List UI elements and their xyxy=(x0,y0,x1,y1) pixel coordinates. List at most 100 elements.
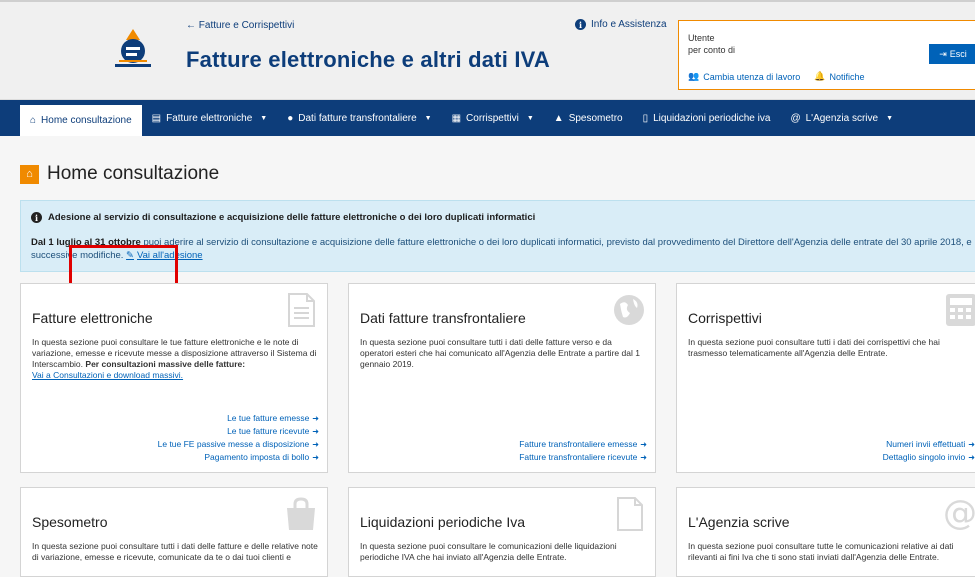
arrow-right-icon: ➜ xyxy=(968,440,975,449)
at-icon: @ xyxy=(790,112,801,124)
arrow-right-icon: ➜ xyxy=(312,414,319,423)
nav-agenzia-scrive[interactable]: @ L'Agenzia scrive ▼ xyxy=(780,100,903,136)
nav-label: Corrispettivi xyxy=(466,112,519,124)
logout-button[interactable]: ⇥ Esci xyxy=(929,44,975,64)
change-utility-label: Cambia utenza di lavoro xyxy=(703,71,801,82)
globe-icon: ● xyxy=(287,112,294,124)
link-transfrontaliere-emesse[interactable]: Fatture transfrontaliere emesse ➜ xyxy=(519,438,647,451)
arrow-right-icon: ➜ xyxy=(640,440,647,449)
link-fe-passive[interactable]: Le tue FE passive messe a disposizione ➜ xyxy=(158,438,319,451)
nav-label: L'Agenzia scrive xyxy=(805,112,879,124)
card-corrispettivi: Corrispettivi In questa sezione puoi con… xyxy=(676,283,975,473)
info-assistance-label: Info e Assistenza xyxy=(591,19,667,30)
card-text: In questa sezione puoi consultare tutti … xyxy=(688,337,940,358)
site-header: ← Fatture e Corrispettivi Fatture elettr… xyxy=(0,2,975,100)
link-label: Le tue FE passive messe a disposizione xyxy=(157,439,310,449)
nav-label: Liquidazioni periodiche iva xyxy=(653,112,771,124)
agenzia-entrate-logo xyxy=(115,29,151,67)
card-title: Spesometro xyxy=(32,514,108,530)
logout-icon: ⇥ xyxy=(939,48,947,59)
user-panel: Utente per conto di ⇥ Esci 👥 Cambia uten… xyxy=(678,20,975,90)
user-label: Utente xyxy=(688,33,715,43)
card-fatture-elettroniche: Fatture elettroniche In questa sezione p… xyxy=(20,283,328,473)
info-icon: i xyxy=(575,19,586,30)
alert-title-row: i Adesione al servizio di consultazione … xyxy=(31,212,535,223)
globe-icon xyxy=(614,295,644,325)
massive-download-link[interactable]: Vai a Consultazioni e download massivi. xyxy=(32,370,183,380)
home-icon: ⌂ xyxy=(20,164,39,184)
card-title: Corrispettivi xyxy=(688,310,762,326)
arrow-right-icon: ➜ xyxy=(312,440,319,449)
link-imposta-bollo[interactable]: Pagamento imposta di bollo ➜ xyxy=(158,451,319,464)
card-text-bold: Per consultazioni massive delle fatture: xyxy=(85,359,246,369)
alert-title: Adesione al servizio di consultazione e … xyxy=(48,212,536,223)
arrow-right-icon: ➜ xyxy=(968,453,975,462)
nav-spesometro[interactable]: ▲ Spesometro xyxy=(544,100,633,136)
card-spesometro: Spesometro In questa sezione puoi consul… xyxy=(20,487,328,577)
link-label: Fatture transfrontaliere ricevute xyxy=(519,452,638,462)
chevron-down-icon: ▼ xyxy=(260,114,268,122)
nav-home-consultazione[interactable]: ⌂ Home consultazione xyxy=(20,105,142,136)
info-assistance-link[interactable]: i Info e Assistenza xyxy=(575,19,667,30)
link-label: Dettaglio singolo invio xyxy=(882,452,966,462)
chevron-down-icon: ▼ xyxy=(424,114,432,122)
logout-label: Esci xyxy=(949,49,967,59)
calculator-icon: ▦ xyxy=(451,112,462,124)
nav-label: Spesometro xyxy=(568,112,623,124)
main-navbar: ⌂ Home consultazione ▤ Fatture elettroni… xyxy=(0,100,975,136)
card-text: In questa sezione puoi consultare tutti … xyxy=(360,337,640,369)
arrow-right-icon: ➜ xyxy=(640,453,647,462)
users-icon: 👥 xyxy=(688,71,700,81)
link-label: Le tue fatture emesse xyxy=(227,413,310,423)
app-title: Fatture elettroniche e altri dati IVA xyxy=(186,47,550,72)
card-transfrontaliere: Dati fatture transfrontaliere In questa … xyxy=(348,283,656,473)
card-text: In questa sezione puoi consultare tutte … xyxy=(688,541,954,562)
nav-corrispettivi[interactable]: ▦ Corrispettivi ▼ xyxy=(442,100,544,136)
arrow-right-icon: ➜ xyxy=(312,427,319,436)
file-icon: ▯ xyxy=(642,112,649,124)
card-title: Liquidazioni periodiche Iva xyxy=(360,514,525,530)
arrow-right-icon: ➜ xyxy=(312,453,319,462)
page-title: Home consultazione xyxy=(47,163,220,184)
nav-fatture-elettroniche[interactable]: ▤ Fatture elettroniche ▼ xyxy=(142,100,278,136)
card-agenzia-scrive: @ L'Agenzia scrive In questa sezione puo… xyxy=(676,487,975,577)
notifications-link[interactable]: 🔔 Notifiche xyxy=(814,71,864,82)
bag-icon xyxy=(287,497,315,530)
card-title: Fatture elettroniche xyxy=(32,310,153,326)
link-label: Le tue fatture ricevute xyxy=(227,426,310,436)
nav-label: Fatture elettroniche xyxy=(166,112,253,124)
document-icon xyxy=(288,293,315,327)
bell-icon: 🔔 xyxy=(814,71,826,81)
link-label: Numeri invii effettuati xyxy=(886,439,966,449)
nav-dati-transfrontaliere[interactable]: ● Dati fatture transfrontaliere ▼ xyxy=(277,100,441,136)
card-links: Numeri invii effettuati ➜ Dettaglio singo… xyxy=(883,438,975,464)
file-icon xyxy=(617,497,643,531)
user-links: 👥 Cambia utenza di lavoro 🔔 Notifiche xyxy=(688,71,865,82)
card-links: Fatture transfrontaliere emesse ➜ Fatture… xyxy=(519,438,647,464)
change-utility-link[interactable]: 👥 Cambia utenza di lavoro xyxy=(688,71,800,82)
back-link[interactable]: ← Fatture e Corrispettivi xyxy=(186,20,294,31)
document-icon: ▤ xyxy=(151,112,162,124)
link-transfrontaliere-ricevute[interactable]: Fatture transfrontaliere ricevute ➜ xyxy=(519,451,647,464)
link-numeri-invii[interactable]: Numeri invii effettuati ➜ xyxy=(883,438,975,451)
nav-label: Home consultazione xyxy=(41,115,132,126)
card-liquidazioni: Liquidazioni periodiche Iva In questa se… xyxy=(348,487,656,577)
bag-icon: ▲ xyxy=(553,112,564,124)
card-links: Le tue fatture emesse ➜ Le tue fatture ri… xyxy=(158,412,319,464)
page-title-row: ⌂ Home consultazione xyxy=(20,163,219,185)
info-icon: i xyxy=(31,212,42,223)
chevron-down-icon: ▼ xyxy=(526,114,534,122)
link-fatture-emesse[interactable]: Le tue fatture emesse ➜ xyxy=(158,412,319,425)
notifications-label: Notifiche xyxy=(829,71,865,82)
home-icon: ⌂ xyxy=(30,115,37,126)
link-label: Pagamento imposta di bollo xyxy=(204,452,310,462)
card-text: In questa sezione puoi consultare tutti … xyxy=(32,541,318,562)
nav-liquidazioni[interactable]: ▯ Liquidazioni periodiche iva xyxy=(633,100,781,136)
chevron-down-icon: ▼ xyxy=(886,114,894,122)
link-fatture-ricevute[interactable]: Le tue fatture ricevute ➜ xyxy=(158,425,319,438)
calculator-icon xyxy=(946,294,975,326)
link-dettaglio-invio[interactable]: Dettaglio singolo invio ➜ xyxy=(883,451,975,464)
link-label: Fatture transfrontaliere emesse xyxy=(519,439,638,449)
nav-label: Dati fatture transfrontaliere xyxy=(298,112,417,124)
card-text: In questa sezione puoi consultare le tue… xyxy=(32,337,317,381)
